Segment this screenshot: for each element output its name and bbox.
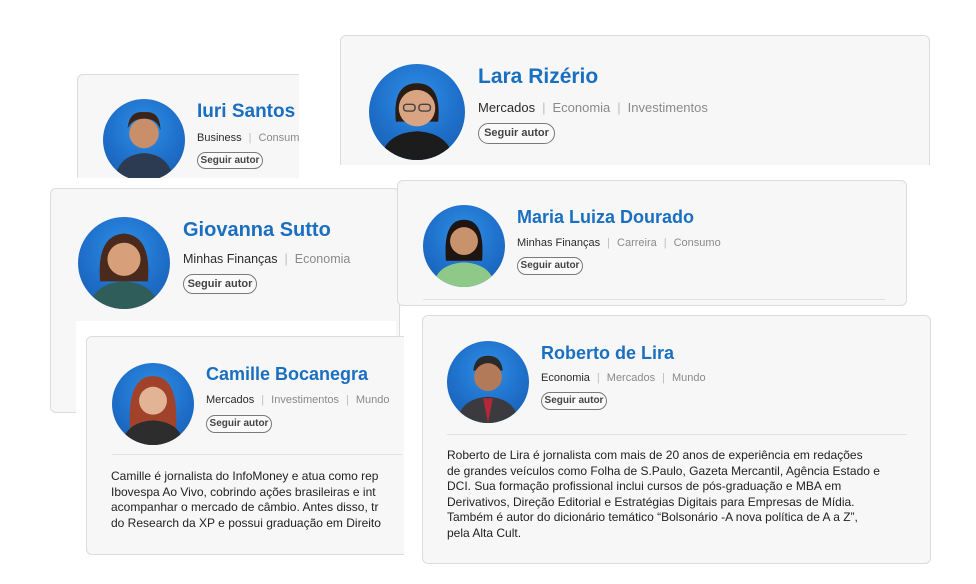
divider (112, 454, 402, 455)
avatar (112, 363, 194, 445)
author-name[interactable]: Iuri Santos (197, 101, 295, 123)
author-tags: Minhas Finanças | Economia (183, 252, 351, 266)
author-card-lara: Lara Rizério Mercados | Economia | Investime… (340, 35, 930, 165)
author-card-iuri: Iuri Santos Business|Consumo Seguir auto… (77, 74, 299, 178)
bio-line: Ibovespa Ao Vivo, cobrindo ações brasile… (111, 484, 376, 499)
author-card-maria: Maria Luiza Dourado Minhas Finanças | Carr… (397, 180, 907, 306)
tag-consumo[interactable]: Consumo (674, 237, 721, 249)
author-card-roberto: Roberto de Lira Economia | Mercados | Mundo … (422, 315, 931, 564)
author-tags: Minhas Finanças | Carreira | Consumo (517, 237, 721, 249)
follow-author-button[interactable]: Seguir autor (206, 415, 272, 433)
tag-consumo[interactable]: Consumo (259, 132, 300, 144)
bio-line: acompanhar o mercado de câmbio. Antes di… (111, 500, 379, 514)
bio-line: Também é autor do dicionário temático “B… (447, 510, 858, 524)
avatar (78, 217, 170, 309)
author-bio: Roberto de Lira é jornalista com mais de… (447, 448, 917, 541)
author-name[interactable]: Roberto de Lira (541, 343, 674, 364)
bio-line: pela Alta Cult. (447, 525, 522, 540)
tag-economia[interactable]: Economia (552, 100, 610, 115)
author-name[interactable]: Camille Bocanegra (206, 364, 368, 385)
author-tags: Mercados | Economia | Investimentos (478, 100, 708, 115)
author-name[interactable]: Maria Luiza Dourado (517, 207, 694, 228)
tag-carreira[interactable]: Carreira (617, 237, 657, 249)
follow-author-button[interactable]: Seguir autor (478, 123, 555, 144)
avatar (103, 99, 185, 178)
bio-line: de grandes veículos como Folha de S.Paul… (447, 463, 880, 478)
author-card-camille: Camille Bocanegra Mercados | Investimentos… (86, 336, 404, 555)
bio-line: Roberto de Lira é jornalista com mais de… (447, 448, 863, 462)
bio-line: do Research da XP e possui graduação em … (111, 515, 381, 530)
author-tags: Business|Consumo (197, 132, 299, 144)
tag-minhas-financas[interactable]: Minhas Finanças (183, 252, 278, 266)
follow-author-button[interactable]: Seguir autor (541, 392, 607, 410)
author-tags: Mercados | Investimentos | Mundo (206, 394, 390, 406)
avatar (369, 64, 465, 160)
tag-mundo[interactable]: Mundo (672, 372, 706, 384)
tag-mercados[interactable]: Mercados (206, 394, 254, 406)
author-tags: Economia | Mercados | Mundo (541, 372, 706, 384)
tag-mercados[interactable]: Mercados (607, 372, 655, 384)
divider (447, 434, 907, 435)
tag-investimentos[interactable]: Investimentos (628, 100, 708, 115)
bio-line: DCI. Sua formação profissional inclui cu… (447, 479, 842, 493)
tag-economia[interactable]: Economia (541, 372, 590, 384)
tag-mundo[interactable]: Mundo (356, 394, 390, 406)
avatar (423, 205, 505, 287)
divider (423, 299, 885, 300)
follow-author-button[interactable]: Seguir autor (517, 257, 583, 275)
follow-author-button[interactable]: Seguir autor (197, 152, 263, 169)
follow-author-button[interactable]: Seguir autor (183, 274, 257, 294)
author-bio: Camille é jornalista do InfoMoney e atua… (111, 469, 404, 533)
tag-economia[interactable]: Economia (295, 252, 351, 266)
bio-line: Derivativos, Direção Editorial e Estraté… (447, 494, 855, 509)
author-name[interactable]: Lara Rizério (478, 65, 598, 89)
author-name[interactable]: Giovanna Sutto (183, 219, 331, 242)
tag-business[interactable]: Business (197, 132, 242, 144)
tag-minhas-financas[interactable]: Minhas Finanças (517, 237, 600, 249)
avatar (447, 341, 529, 423)
tag-investimentos[interactable]: Investimentos (271, 394, 339, 406)
tag-mercados[interactable]: Mercados (478, 100, 535, 115)
bio-line: Camille é jornalista do InfoMoney e atua… (111, 469, 379, 483)
